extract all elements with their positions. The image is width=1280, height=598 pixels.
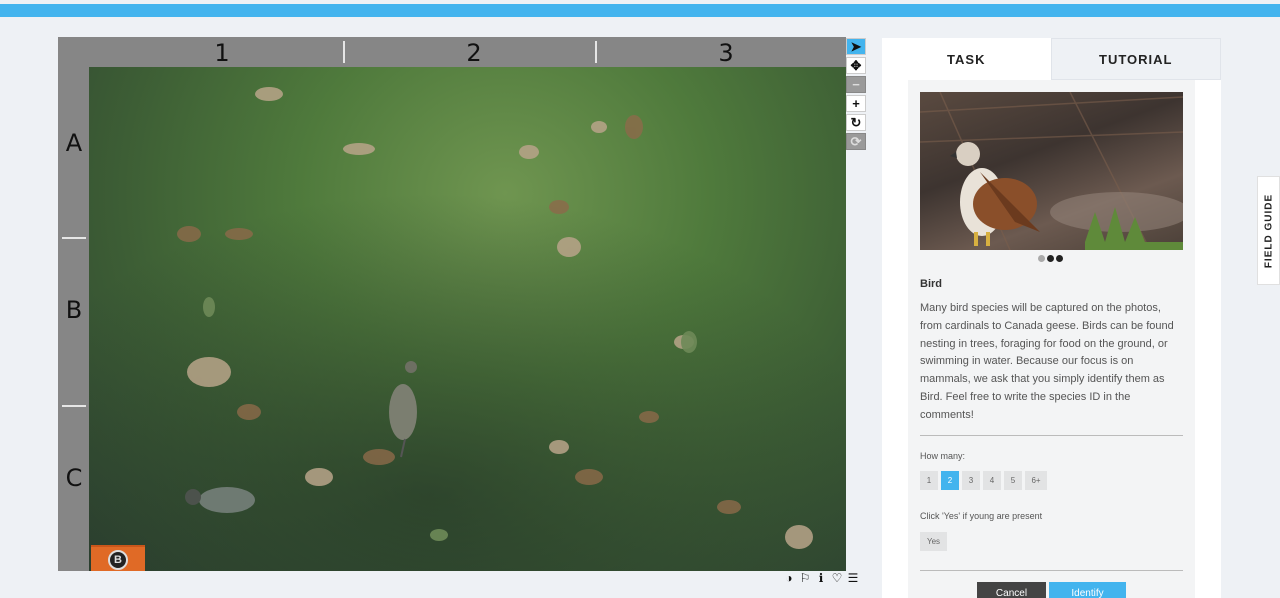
carousel-dots <box>1038 255 1063 262</box>
subject-photo[interactable]: B <box>89 67 846 571</box>
count-option-4[interactable]: 4 <box>983 471 1001 490</box>
photo-scene <box>89 67 846 571</box>
top-accent-bar <box>0 4 1280 17</box>
task-panel: TASK TUTORIAL Bird Many bird species wil… <box>882 38 1221 598</box>
how-many-label: How many: <box>920 451 966 461</box>
cancel-button[interactable]: Cancel <box>977 582 1046 598</box>
count-option-1[interactable]: 1 <box>920 471 938 490</box>
count-option-5[interactable]: 5 <box>1004 471 1022 490</box>
count-option-3[interactable]: 3 <box>962 471 980 490</box>
grid-tick <box>62 237 86 239</box>
hawk-illustration <box>920 92 1183 250</box>
list-icon[interactable]: ☰ <box>846 571 860 585</box>
species-detail: Bird Many bird species will be captured … <box>908 80 1195 598</box>
carousel-dot[interactable] <box>1056 255 1063 262</box>
species-description: Many bird species will be captured on th… <box>920 302 1174 421</box>
carousel-dot[interactable] <box>1047 255 1054 262</box>
grid-tick <box>595 41 597 63</box>
carousel-dot[interactable] <box>1038 255 1045 262</box>
heart-icon[interactable]: ♡ <box>830 571 844 585</box>
grid-tick <box>62 405 86 407</box>
divider <box>920 570 1183 571</box>
grid-column-label: 1 <box>214 39 230 67</box>
camera-brand-logo: B <box>91 545 145 571</box>
young-yes-button[interactable]: Yes <box>920 532 947 551</box>
subject-meta-toolbar: ◑ ⚐ ℹ ♡ ☰ <box>782 571 860 585</box>
field-guide-tab[interactable]: FIELD GUIDE <box>1257 176 1280 285</box>
grid-column-label: 2 <box>466 39 482 67</box>
field-guide-label: FIELD GUIDE <box>1263 193 1274 268</box>
plus-icon[interactable]: + <box>846 95 866 112</box>
tab-task[interactable]: TASK <box>882 38 1051 80</box>
grid-row-label: A <box>65 129 83 157</box>
cursor-icon[interactable]: ➤ <box>846 38 866 55</box>
refresh-icon[interactable]: ⟳ <box>846 133 866 150</box>
count-option-6-plus[interactable]: 6+ <box>1025 471 1047 490</box>
flag-icon[interactable]: ⚐ <box>798 571 812 585</box>
info-icon[interactable]: ℹ <box>814 571 828 585</box>
species-name: Bird <box>920 278 942 290</box>
contrast-icon[interactable]: ◑ <box>782 571 796 585</box>
species-example-photo <box>920 92 1183 250</box>
subject-viewer: 1 2 3 A B C B <box>58 37 846 571</box>
count-option-2[interactable]: 2 <box>941 471 959 490</box>
grid-row-label: B <box>65 296 83 324</box>
tab-tutorial[interactable]: TUTORIAL <box>1050 38 1221 80</box>
grid-column-label: 3 <box>718 39 734 67</box>
grid-tick <box>343 41 345 63</box>
minus-icon[interactable]: − <box>846 76 866 93</box>
grid-row-label: C <box>65 464 83 492</box>
move-icon[interactable]: ✥ <box>846 57 866 74</box>
rotate-icon[interactable]: ↻ <box>846 114 866 131</box>
divider <box>920 435 1183 436</box>
viewer-toolbar: ➤ ✥ − + ↻ ⟳ <box>846 38 868 152</box>
how-many-options: 1 2 3 4 5 6+ <box>920 471 1047 490</box>
panel-tabs: TASK TUTORIAL <box>882 38 1221 80</box>
young-present-label: Click 'Yes' if young are present <box>920 511 1043 521</box>
identify-button[interactable]: Identify <box>1049 582 1126 598</box>
